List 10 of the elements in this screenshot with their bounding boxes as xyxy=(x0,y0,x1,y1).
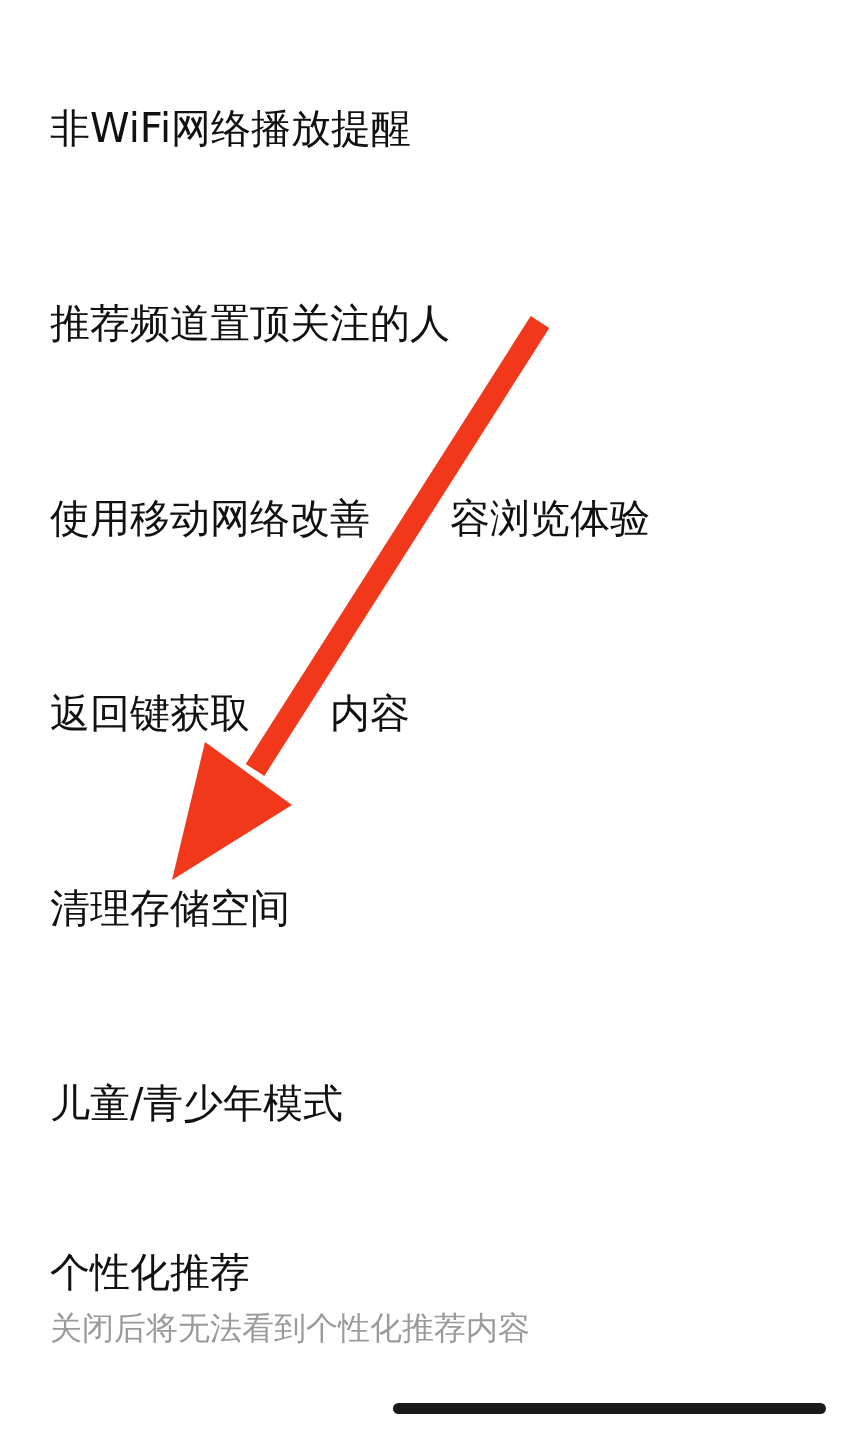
setting-label[interactable]: 推荐频道置顶关注的人 xyxy=(50,298,450,347)
setting-label[interactable]: 容浏览体验 xyxy=(450,493,650,542)
setting-label[interactable]: 内容 xyxy=(330,688,410,737)
setting-description: 关闭后将无法看到个性化推荐内容 xyxy=(50,1307,530,1348)
setting-label[interactable]: 非WiFi网络播放提醒 xyxy=(50,103,411,152)
setting-label[interactable]: 使用移动网络改善 xyxy=(50,493,370,542)
setting-label[interactable]: 返回键获取 xyxy=(50,688,250,737)
setting-label[interactable]: 儿童/青少年模式 xyxy=(50,1078,344,1127)
setting-label[interactable]: 个性化推荐 xyxy=(50,1247,250,1296)
setting-label[interactable]: 清理存储空间 xyxy=(50,883,290,932)
